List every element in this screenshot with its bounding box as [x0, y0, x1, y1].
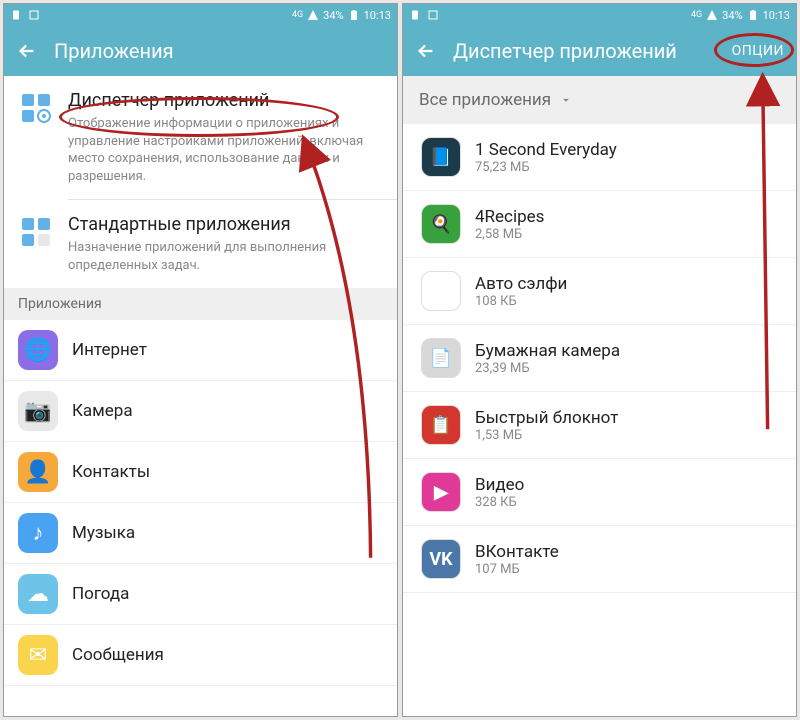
app-name: ВКонтакте	[475, 542, 559, 562]
app-icon: 📘	[421, 137, 461, 177]
app-list: 🌐 Интернет 📷 Камера 👤 Контакты ♪ Музыка ☁ Погода ✉…	[4, 320, 397, 686]
app-row[interactable]: 📋 Быстрый блокнот1,53 МБ	[403, 392, 796, 459]
app-name: Камера	[72, 401, 133, 421]
setting-default-apps[interactable]: Стандартные приложения Назначение прилож…	[4, 200, 397, 288]
app-name: Погода	[72, 584, 129, 604]
app-row[interactable]: 📷 Камера	[4, 381, 397, 442]
app-icon: 📋	[421, 405, 461, 445]
battery-icon	[348, 9, 360, 21]
app-icon: 📷	[18, 391, 58, 431]
app-icon: ☁	[18, 574, 58, 614]
app-name: Авто сэлфи	[475, 274, 567, 294]
phone-left: 4G 34% 10:13 Приложения Диспетчер прилож…	[3, 3, 398, 717]
signal-icon	[706, 9, 718, 21]
clock: 10:13	[763, 9, 790, 22]
signal-icon	[307, 9, 319, 21]
app-row[interactable]: 🍳 4Recipes2,58 МБ	[403, 191, 796, 258]
app-icon: 🍳	[421, 204, 461, 244]
app-name: Бумажная камера	[475, 341, 620, 361]
app-size: 1,53 МБ	[475, 428, 618, 443]
statusbar: 4G 34% 10:13	[4, 4, 397, 26]
setting-desc: Назначение приложений для выполнения опр…	[68, 239, 383, 274]
appbar: Приложения	[4, 26, 397, 76]
content: Все приложения 📘 1 Second Everyday75,23 М…	[403, 76, 796, 716]
filter-label: Все приложения	[419, 90, 551, 110]
app-list: 📘 1 Second Everyday75,23 МБ 🍳 4Recipes2,58 …	[403, 124, 796, 593]
app-row[interactable]: 👤 Контакты	[4, 442, 397, 503]
app-icon: ✉	[18, 635, 58, 675]
app-size: 2,58 МБ	[475, 227, 544, 242]
tiles-icon	[20, 216, 52, 248]
setting-title: Диспетчер приложений	[68, 90, 383, 111]
screenshot-icon	[427, 9, 439, 21]
back-icon[interactable]	[16, 40, 38, 62]
app-row[interactable]: ☁ Погода	[4, 564, 397, 625]
app-row[interactable]: 📄 Бумажная камера23,39 МБ	[403, 325, 796, 392]
app-name: Сообщения	[72, 645, 164, 665]
setting-title: Стандартные приложения	[68, 214, 383, 235]
setting-app-manager[interactable]: Диспетчер приложений Отображение информа…	[4, 76, 397, 199]
app-icon: 📄	[421, 338, 461, 378]
app-icon: VK	[421, 539, 461, 579]
app-name: 1 Second Everyday	[475, 140, 617, 160]
battery-percent: 34%	[323, 9, 343, 22]
app-row[interactable]: ✉ Сообщения	[4, 625, 397, 686]
app-row[interactable]: ◎ Авто сэлфи108 КБ	[403, 258, 796, 325]
app-icon: 🌐	[18, 330, 58, 370]
setting-desc: Отображение информации о приложениях и у…	[68, 115, 383, 185]
app-size: 23,39 МБ	[475, 361, 620, 376]
app-name: Музыка	[72, 523, 135, 543]
section-header: Приложения	[4, 288, 397, 320]
battery-percent: 34%	[722, 9, 742, 22]
app-size: 75,23 МБ	[475, 160, 617, 175]
app-name: 4Recipes	[475, 207, 544, 227]
app-icon: ▶	[421, 472, 461, 512]
statusbar: 4G 34% 10:13	[403, 4, 796, 26]
app-row[interactable]: VK ВКонтакте107 МБ	[403, 526, 796, 593]
clock: 10:13	[364, 9, 391, 22]
app-size: 108 КБ	[475, 294, 567, 309]
app-name: Контакты	[72, 462, 150, 482]
app-row[interactable]: 🌐 Интернет	[4, 320, 397, 381]
tiles-gear-icon	[20, 92, 52, 124]
page-title: Приложения	[54, 39, 385, 63]
phone-right: 4G 34% 10:13 Диспетчер приложений ОПЦИИ …	[402, 3, 797, 717]
app-icon: ◎	[421, 271, 461, 311]
app-icon: 👤	[18, 452, 58, 492]
sim-icon	[10, 9, 22, 21]
battery-icon	[747, 9, 759, 21]
app-size: 328 КБ	[475, 495, 524, 510]
back-icon[interactable]	[415, 40, 437, 62]
network-label: 4G	[292, 10, 303, 20]
app-row[interactable]: ▶ Видео328 КБ	[403, 459, 796, 526]
app-row[interactable]: 📘 1 Second Everyday75,23 МБ	[403, 124, 796, 191]
options-button[interactable]: ОПЦИИ	[732, 43, 784, 59]
app-name: Интернет	[72, 340, 147, 360]
app-row[interactable]: ♪ Музыка	[4, 503, 397, 564]
chevron-down-icon	[559, 93, 573, 107]
content: Диспетчер приложений Отображение информа…	[4, 76, 397, 716]
screenshot-icon	[28, 9, 40, 21]
app-icon: ♪	[18, 513, 58, 553]
appbar: Диспетчер приложений ОПЦИИ	[403, 26, 796, 76]
sim-icon	[409, 9, 421, 21]
filter-dropdown[interactable]: Все приложения	[403, 76, 796, 124]
page-title: Диспетчер приложений	[453, 39, 716, 63]
network-label: 4G	[691, 10, 702, 20]
app-name: Быстрый блокнот	[475, 408, 618, 428]
app-name: Видео	[475, 475, 524, 495]
app-size: 107 МБ	[475, 562, 559, 577]
